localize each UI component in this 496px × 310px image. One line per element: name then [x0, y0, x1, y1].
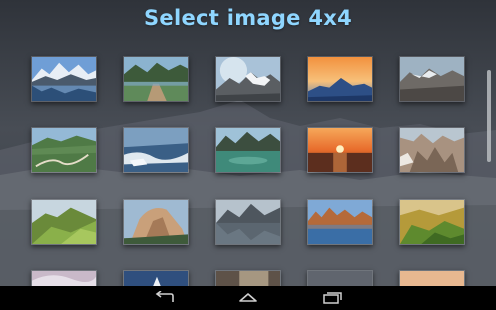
image-thumbnail-green-hill-slopes[interactable] — [31, 199, 97, 245]
granite-dome-cliff-picture — [124, 200, 188, 244]
rock-formations-lake-picture — [308, 200, 372, 244]
green-valley-hills-picture — [400, 200, 464, 244]
image-thumbnail-rock-formations-lake[interactable] — [307, 199, 373, 245]
partial-sky-5-picture — [400, 271, 464, 286]
sunset-over-sea-picture — [308, 128, 372, 172]
image-thumbnail-misty-mountain-lake[interactable] — [215, 199, 281, 245]
image-thumbnail-icy-coast-waves[interactable] — [123, 127, 189, 173]
sunset-mountain-silhouette-picture — [308, 57, 372, 101]
image-grid — [0, 0, 496, 286]
image-thumbnail-green-valley-hills[interactable] — [399, 199, 465, 245]
system-navigation-bar — [0, 286, 496, 310]
image-thumbnail-sunset-over-sea[interactable] — [307, 127, 373, 173]
home-button[interactable] — [226, 286, 270, 310]
image-thumbnail-partial-5[interactable] — [399, 270, 465, 286]
green-hill-slopes-picture — [32, 200, 96, 244]
rocky-mountain-ridge-picture — [400, 57, 464, 101]
image-thumbnail-partial-1[interactable] — [31, 270, 97, 286]
partial-sky-3-picture — [216, 271, 280, 286]
vertical-scrollbar[interactable] — [487, 70, 491, 162]
partial-sky-2-picture — [124, 271, 188, 286]
image-thumbnail-mountain-glacier-sky[interactable] — [215, 56, 281, 102]
image-thumbnail-partial-3[interactable] — [215, 270, 281, 286]
image-thumbnail-snowy-mountain-lake[interactable] — [31, 56, 97, 102]
icy-coast-waves-picture — [124, 128, 188, 172]
image-thumbnail-partial-4[interactable] — [307, 270, 373, 286]
partial-sky-4-picture — [308, 271, 372, 286]
image-select-screen: Select image 4x4 — [0, 0, 496, 310]
back-button[interactable] — [142, 286, 186, 310]
image-thumbnail-wooden-dock-lake[interactable] — [123, 56, 189, 102]
image-thumbnail-green-lake-mountains[interactable] — [215, 127, 281, 173]
image-thumbnail-granite-dome-cliff[interactable] — [123, 199, 189, 245]
recent-apps-button[interactable] — [310, 286, 354, 310]
recent-apps-icon — [323, 292, 342, 304]
image-thumbnail-winding-mountain-road[interactable] — [31, 127, 97, 173]
image-thumbnail-rocky-mountain-ridge[interactable] — [399, 56, 465, 102]
green-lake-mountains-picture — [216, 128, 280, 172]
image-thumbnail-sunset-mountain-silhouette[interactable] — [307, 56, 373, 102]
snowy-mountain-lake-picture — [32, 57, 96, 101]
image-thumbnail-partial-2[interactable] — [123, 270, 189, 286]
image-thumbnail-rocky-canyon[interactable] — [399, 127, 465, 173]
mountain-glacier-sky-picture — [216, 57, 280, 101]
home-icon — [239, 293, 257, 302]
misty-mountain-lake-picture — [216, 200, 280, 244]
winding-mountain-road-picture — [32, 128, 96, 172]
partial-sky-1-picture — [32, 271, 96, 286]
back-arrow-icon — [155, 291, 174, 302]
rocky-canyon-picture — [400, 128, 464, 172]
wooden-dock-lake-picture — [124, 57, 188, 101]
